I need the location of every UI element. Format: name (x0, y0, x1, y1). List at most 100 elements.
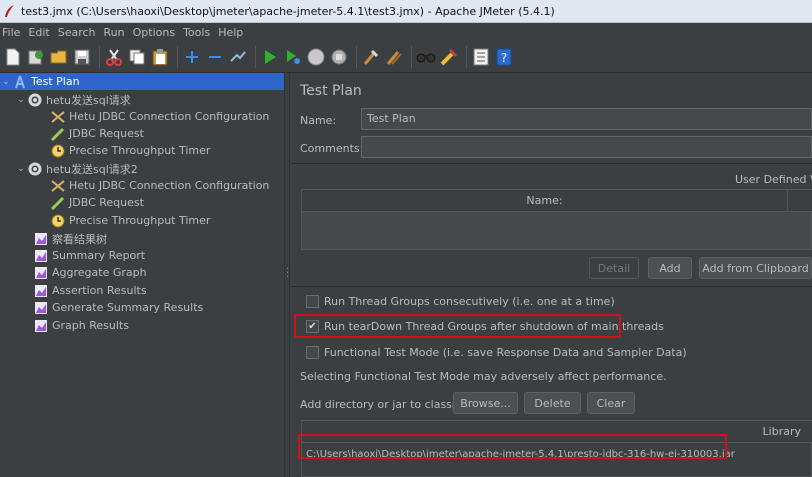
toolbar-separator (356, 45, 357, 68)
menu-tools[interactable]: Tools (183, 26, 210, 39)
shutdown-icon[interactable] (329, 46, 349, 68)
menu-file[interactable]: File (2, 26, 20, 39)
user-variables-table[interactable]: Name: (301, 189, 812, 250)
tree-item-label: Test Plan (31, 75, 80, 88)
browse-button[interactable]: Browse... (453, 392, 518, 414)
clear-icon[interactable] (361, 46, 381, 68)
functional-mode-option[interactable]: Functional Test Mode (i.e. save Response… (306, 343, 687, 361)
chevron-down-icon[interactable]: ⌄ (0, 77, 12, 87)
toolbar-separator (177, 45, 178, 68)
classpath-table[interactable]: Library C:\Users\haoxi\Desktop\jmeter\ap… (301, 420, 812, 477)
functional-mode-checkbox[interactable] (306, 345, 319, 359)
classpath-label: Add directory or jar to classpath (300, 398, 477, 411)
function-helper-icon[interactable] (471, 46, 491, 68)
run-consecutively-option[interactable]: Run Thread Groups consecutively (i.e. on… (306, 292, 615, 310)
drag-handle-icon[interactable]: · · · (286, 265, 289, 283)
tree-item-label: Summary Report (52, 249, 146, 262)
thread-group-icon (27, 162, 43, 176)
menu-search[interactable]: Search (58, 26, 96, 39)
panel-title: Test Plan (300, 83, 362, 99)
add-from-clipboard-button[interactable]: Add from Clipboard (699, 257, 812, 279)
listener-icon (33, 284, 49, 298)
tree-item-listener[interactable]: Summary Report (33, 247, 145, 264)
run-teardown-checkbox[interactable]: ✔ (306, 319, 319, 333)
comments-label: Comments: (300, 142, 364, 155)
name-column-header[interactable]: Name: (302, 190, 788, 212)
help-icon[interactable]: ? (494, 46, 514, 68)
config-icon (50, 179, 66, 193)
listener-icon (33, 249, 49, 263)
stop-icon[interactable] (306, 46, 326, 68)
tree-item-listener[interactable]: Graph Results (33, 317, 129, 334)
run-teardown-option[interactable]: ✔ Run tearDown Thread Groups after shutd… (306, 317, 664, 335)
chevron-down-icon[interactable]: ⌄ (15, 95, 27, 105)
tree-item-listener[interactable]: Aggregate Graph (33, 264, 147, 281)
window-title: test3.jmx (C:\Users\haoxi\Desktop\jmeter… (21, 4, 555, 18)
run-consecutively-checkbox[interactable] (306, 294, 319, 308)
paste-icon[interactable] (150, 46, 170, 68)
search-icon[interactable] (416, 46, 436, 68)
chevron-down-icon[interactable]: ⌄ (15, 164, 27, 174)
tree-item-sampler[interactable]: JDBC Request (50, 125, 144, 142)
cut-icon[interactable] (104, 46, 124, 68)
tree-item-timer[interactable]: Precise Throughput Timer (50, 212, 210, 229)
tree-item-timer[interactable]: Precise Throughput Timer (50, 142, 210, 159)
new-icon[interactable] (3, 46, 23, 68)
name-field[interactable]: Test Plan (361, 108, 812, 130)
pane-splitter[interactable]: · · · (284, 73, 290, 477)
tree-item-label: JDBC Request (69, 127, 144, 140)
tree-item-listener[interactable]: 察看结果树 (33, 230, 107, 247)
toolbar-separator (255, 45, 256, 68)
tree-item-label: Graph Results (52, 319, 129, 332)
toolbar: ? (0, 41, 812, 73)
clear-button[interactable]: Clear (587, 392, 635, 414)
start-icon[interactable] (260, 46, 280, 68)
tree-item-config[interactable]: Hetu JDBC Connection Configuration (50, 177, 269, 194)
tree-item-listener[interactable]: Assertion Results (33, 282, 147, 299)
tree-item-config[interactable]: Hetu JDBC Connection Configuration (50, 108, 269, 125)
menu-edit[interactable]: Edit (28, 26, 49, 39)
copy-icon[interactable] (127, 46, 147, 68)
reset-search-icon[interactable] (439, 46, 459, 68)
tree-item-label: hetu发送sql请求2 (46, 162, 138, 176)
library-row[interactable]: C:\Users\haoxi\Desktop\jmeter\apache-jme… (302, 444, 812, 464)
library-column-header[interactable]: Library (302, 421, 812, 443)
save-icon[interactable] (72, 46, 92, 68)
start-no-pause-icon[interactable] (283, 46, 303, 68)
tree-item-thread-group[interactable]: ⌄ hetu发送sql请求 (15, 91, 131, 108)
expand-icon[interactable] (182, 46, 202, 68)
toolbar-separator (466, 45, 467, 68)
delete-button[interactable]: Delete (524, 392, 581, 414)
value-column-header[interactable] (788, 190, 812, 212)
tree-item-listener[interactable]: Generate Summary Results (33, 299, 203, 316)
timer-icon (50, 214, 66, 228)
tree-item-label: hetu发送sql请求 (46, 93, 131, 107)
toolbar-separator (411, 45, 412, 68)
detail-button[interactable]: Detail (589, 257, 639, 279)
sampler-icon (50, 127, 66, 141)
test-plan-panel: Test Plan Name: Test Plan Comments: User… (291, 73, 812, 477)
tree-item-label: Aggregate Graph (52, 266, 147, 279)
tree-item-thread-group[interactable]: ⌄ hetu发送sql请求2 (15, 160, 138, 177)
tree-item-label: Precise Throughput Timer (69, 144, 211, 157)
user-defined-variables-label: User Defined Var (735, 173, 812, 186)
clear-all-icon[interactable] (384, 46, 404, 68)
option-label: Run Thread Groups consecutively (i.e. on… (324, 294, 615, 308)
title-bar: test3.jmx (C:\Users\haoxi\Desktop\jmeter… (0, 0, 812, 23)
collapse-icon[interactable] (205, 46, 225, 68)
toolbar-separator (99, 45, 100, 68)
add-button[interactable]: Add (648, 257, 692, 279)
listener-icon (33, 232, 49, 246)
menu-bar: File Edit Search Run Options Tools Help (0, 23, 812, 41)
menu-help[interactable]: Help (218, 26, 243, 39)
toggle-icon[interactable] (228, 46, 248, 68)
tree-item-sampler[interactable]: JDBC Request (50, 194, 144, 211)
templates-icon[interactable] (26, 46, 46, 68)
tree-item-label: Generate Summary Results (52, 301, 204, 314)
tree-item-label: Assertion Results (52, 284, 147, 297)
comments-field[interactable] (361, 136, 812, 158)
tree-item-test-plan[interactable]: ⌄ Test Plan (0, 73, 284, 90)
menu-run[interactable]: Run (104, 26, 125, 39)
menu-options[interactable]: Options (133, 26, 175, 39)
open-icon[interactable] (49, 46, 69, 68)
